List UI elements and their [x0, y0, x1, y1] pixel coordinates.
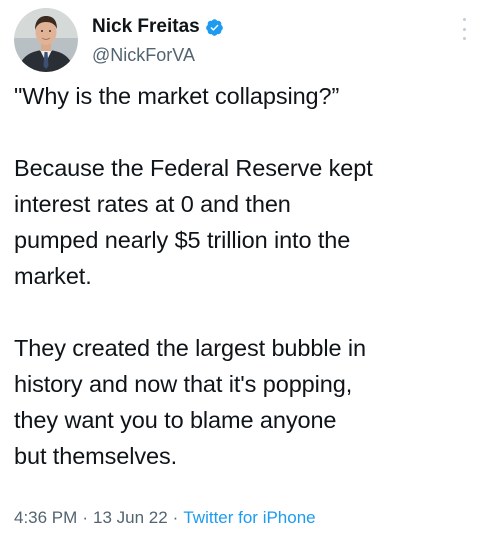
tweet-line: they want you to blame anyone	[14, 407, 337, 433]
name-row: Nick Freitas	[92, 14, 224, 40]
tweet-meta: 4:36 PM · 13 Jun 22 · Twitter for iPhone	[14, 508, 316, 528]
meta-separator: ·	[82, 508, 88, 527]
tweet-line: history and now that it's popping,	[14, 371, 353, 397]
tweet-line: interest rates at 0 and then	[14, 191, 291, 217]
more-options-icon[interactable]	[458, 18, 470, 40]
verified-badge-icon	[205, 18, 224, 37]
tweet-date[interactable]: 13 Jun 22	[93, 508, 168, 527]
tweet-card: Nick Freitas @NickForVA "Why is the mark…	[0, 0, 480, 536]
meta-separator: ·	[172, 508, 179, 527]
avatar[interactable]	[14, 8, 78, 72]
tweet-line: but themselves.	[14, 443, 178, 469]
tweet-line: They created the largest bubble in	[14, 335, 366, 361]
tweet-line: pumped nearly $5 trillion into the	[14, 227, 351, 253]
tweet-line: Because the Federal Reserve kept	[14, 155, 373, 181]
tweet-line: "Why is the market collapsing?”	[14, 83, 340, 109]
display-name[interactable]: Nick Freitas	[92, 16, 200, 38]
tweet-source-link[interactable]: Twitter for iPhone	[183, 508, 315, 527]
avatar-photo	[14, 8, 78, 72]
username-handle[interactable]: @NickForVA	[92, 45, 195, 66]
tweet-line: market.	[14, 263, 92, 289]
tweet-text: "Why is the market collapsing?” Because …	[14, 78, 474, 474]
tweet-time[interactable]: 4:36 PM	[14, 508, 77, 527]
